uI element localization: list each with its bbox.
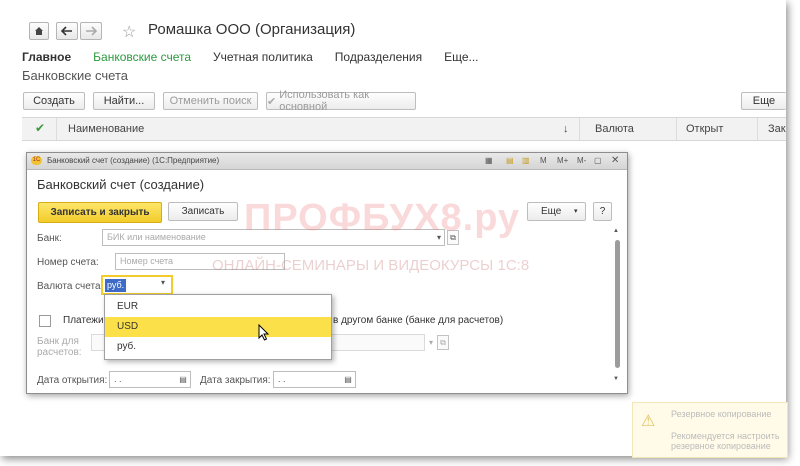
app-logo-icon: 1С [31, 156, 42, 165]
sort-icon[interactable]: ↓ [563, 123, 569, 135]
tab-accounting-policy[interactable]: Учетная политика [213, 50, 313, 64]
calendar-icon[interactable]: ▤ [506, 155, 514, 166]
column-opened[interactable]: Открыт [686, 123, 723, 135]
settle-bank-label-2: расчетов: [37, 347, 82, 358]
account-number-label: Номер счета: [37, 257, 99, 268]
dialog-more-label: Еще [541, 206, 562, 217]
notification-text: Рекомендуется настроить резервное копиро… [671, 431, 780, 451]
dialog-titlebar-text: Банковский счет (создание) (1С:Предприят… [47, 156, 220, 165]
use-as-main-label: Использовать как основной [279, 89, 370, 113]
create-button[interactable]: Создать [23, 92, 85, 110]
star-icon[interactable]: ☆ [122, 22, 136, 42]
memory-minus-button[interactable]: M- [577, 155, 586, 166]
tab-more[interactable]: Еще... [444, 50, 478, 64]
watermark-subtitle: ОНЛАЙН-СЕМИНАРЫ И ВИДЕОКУРСЫ 1С:8 [212, 257, 530, 274]
currency-option-label: руб. [117, 341, 137, 352]
save-button[interactable]: Записать [168, 202, 238, 221]
cancel-search-button[interactable]: Отменить поиск [163, 92, 258, 110]
currency-chevron-icon[interactable]: ▾ [161, 278, 165, 287]
tab-bank-accounts[interactable]: Банковские счета [93, 50, 191, 64]
arrow-right-icon [86, 26, 97, 36]
currency-option-usd[interactable]: USD [105, 317, 331, 337]
settle-bank-open-button[interactable]: ⧉ [437, 335, 449, 350]
check-column-icon: ✔ [35, 121, 46, 135]
check-icon: ✔ [267, 95, 277, 108]
watermark-logo: ПРОФБУХ8.ру [244, 197, 521, 239]
save-close-button[interactable]: Записать и закрыть [38, 202, 162, 223]
memory-plus-button[interactable]: M+ [557, 155, 568, 166]
backup-notification[interactable]: ⚠ Резервное копирование Рекомендуется на… [632, 402, 788, 458]
currency-selected-value: руб. [105, 279, 127, 292]
close-date-label: Дата закрытия: [200, 375, 271, 386]
find-button[interactable]: Найти... [93, 92, 155, 110]
accounts-grid-header: ✔ Наименование ↓ Валюта Открыт Зак [22, 117, 786, 141]
currency-label: Валюта счета: [37, 281, 104, 292]
currency-dropdown-list: EUR USD руб. [104, 294, 332, 360]
notification-title: Резервное копирование [671, 409, 772, 419]
scroll-down-icon[interactable]: ▼ [613, 376, 619, 382]
scroll-up-icon[interactable]: ▲ [613, 228, 619, 234]
currency-option-eur[interactable]: EUR [105, 297, 331, 317]
open-date-label: Дата открытия: [37, 375, 108, 386]
home-button[interactable] [29, 22, 49, 40]
settle-bank-dropdown-button[interactable]: ▾ [425, 335, 437, 350]
bank-label: Банк: [37, 233, 62, 244]
mouse-cursor-icon [258, 324, 270, 341]
window-title: Ромашка ООО (Организация) [148, 21, 356, 38]
tab-main[interactable]: Главное [22, 50, 71, 64]
dialog-heading: Банковский счет (создание) [37, 177, 205, 192]
home-icon [35, 27, 43, 35]
tab-departments[interactable]: Подразделения [335, 50, 422, 64]
payments-label-tail: в другом банке (банке для расчетов) [333, 315, 504, 326]
settle-bank-label-1: Банк для [37, 336, 79, 347]
dialog-more-button[interactable]: Еще ▾ [527, 202, 586, 221]
column-currency[interactable]: Валюта [595, 123, 634, 135]
use-as-main-button[interactable]: ✔ Использовать как основной [266, 89, 416, 113]
scroll-thumb[interactable] [615, 240, 620, 368]
dialog-scrollbar[interactable]: ▲ ▼ [613, 228, 622, 388]
payments-checkbox[interactable] [39, 315, 51, 327]
currency-select[interactable]: руб. ▾ [101, 275, 173, 295]
maximize-icon[interactable]: ▢ [594, 155, 602, 166]
memory-button[interactable]: M [540, 155, 547, 166]
help-button[interactable]: ? [593, 202, 612, 221]
dialog-titlebar: 1С Банковский счет (создание) (1С:Предпр… [27, 153, 627, 170]
column-name[interactable]: Наименование [68, 123, 144, 135]
currency-option-rub[interactable]: руб. [105, 337, 331, 357]
column-closed[interactable]: Зак [768, 123, 786, 135]
arrow-left-icon [61, 26, 72, 36]
calculator-icon[interactable]: ▥ [522, 155, 530, 166]
warning-icon: ⚠ [641, 413, 656, 430]
back-button[interactable] [56, 22, 78, 40]
currency-option-label: EUR [117, 301, 139, 312]
close-date-calendar-icon[interactable]: ▤ [342, 372, 354, 387]
forward-button[interactable] [80, 22, 102, 40]
section-title: Банковские счета [22, 68, 129, 83]
chevron-down-icon: ▾ [574, 208, 578, 215]
link-icon[interactable]: ▦ [485, 155, 493, 166]
form-tabs: Главное Банковские счета Учетная политик… [22, 50, 501, 64]
list-more-button[interactable]: Еще [741, 92, 786, 110]
close-icon[interactable]: ✕ [611, 155, 619, 166]
currency-option-label: USD [117, 321, 139, 332]
open-date-calendar-icon[interactable]: ▤ [177, 372, 189, 387]
